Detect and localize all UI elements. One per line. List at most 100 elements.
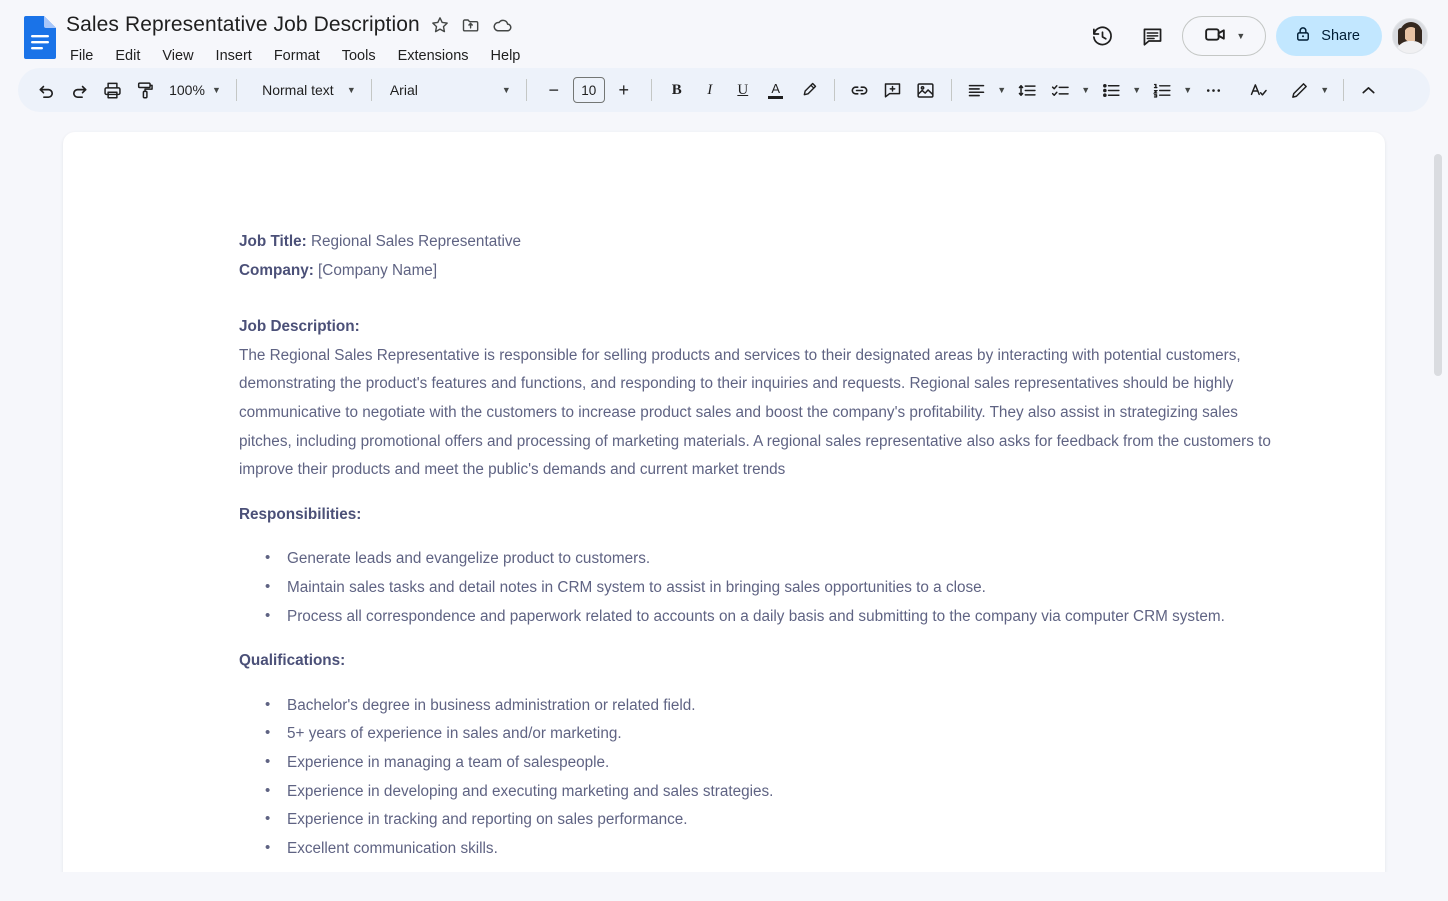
move-to-folder-icon[interactable] [461, 15, 482, 36]
comment-icon[interactable] [1132, 16, 1172, 56]
share-button[interactable]: Share [1276, 16, 1382, 56]
text-color-swatch [768, 96, 783, 99]
spacer [239, 631, 1289, 647]
toolbar-divider [371, 79, 372, 101]
chevron-down-icon[interactable]: ▼ [1128, 74, 1146, 106]
undo-icon[interactable] [30, 74, 62, 106]
qualifications-list: Bachelor's degree in business administra… [239, 692, 1289, 864]
list-item: Experience in managing a team of salespe… [263, 749, 1289, 778]
zoom-value: 100% [168, 82, 206, 98]
toolbar-divider [651, 79, 652, 101]
menu-format[interactable]: Format [272, 46, 322, 66]
title-block: Sales Representative Job Description Fil [66, 10, 522, 66]
chevron-down-icon: ▼ [1236, 31, 1245, 41]
list-item: Excellent communication skills. [263, 835, 1289, 864]
print-icon[interactable] [96, 74, 128, 106]
add-comment-icon[interactable] [877, 74, 909, 106]
checklist-control: ▼ [1045, 74, 1095, 106]
italic-button[interactable]: I [694, 74, 726, 106]
star-outline-icon[interactable] [430, 15, 451, 36]
responsibilities-heading: Responsibilities: [239, 501, 1289, 530]
align-control: ▼ [961, 74, 1011, 106]
list-item: 5+ years of experience in sales and/or m… [263, 720, 1289, 749]
chevron-down-icon[interactable]: ▼ [1179, 74, 1197, 106]
zoom-selector[interactable]: 100% ▼ [162, 74, 227, 106]
bulleted-list-control: ▼ [1096, 74, 1146, 106]
underline-button[interactable]: U [727, 74, 759, 106]
job-title-value: Regional Sales Representative [307, 233, 521, 250]
bold-button[interactable]: B [661, 74, 693, 106]
chevron-down-icon: ▼ [347, 86, 356, 95]
list-item: Process all correspondence and paperwork… [263, 603, 1289, 632]
menu-insert[interactable]: Insert [214, 46, 254, 66]
document-scroll-area[interactable]: Job Title: Regional Sales Representative… [0, 112, 1448, 872]
document-page[interactable]: Job Title: Regional Sales Representative… [63, 132, 1385, 872]
insert-image-icon[interactable] [910, 74, 942, 106]
line-spacing-icon[interactable] [1012, 74, 1044, 106]
increase-font-size-button[interactable]: + [608, 74, 640, 106]
font-size-stepper: − 10 + [538, 74, 640, 106]
scrollbar-thumb[interactable] [1434, 154, 1442, 376]
checklist-icon[interactable] [1045, 74, 1077, 106]
menu-bar: File Edit View Insert Format Tools Exten… [66, 46, 522, 66]
spacer [239, 676, 1289, 692]
numbered-list-control: ▼ [1147, 74, 1197, 106]
numbered-list-icon[interactable] [1147, 74, 1179, 106]
font-family-selector[interactable]: Arial ▼ [381, 74, 517, 106]
menu-tools[interactable]: Tools [340, 46, 378, 66]
chevron-down-icon[interactable]: ▼ [993, 74, 1011, 106]
toolbar-divider [526, 79, 527, 101]
top-bar: Sales Representative Job Description Fil [0, 0, 1448, 68]
menu-help[interactable]: Help [489, 46, 523, 66]
more-options-icon[interactable] [1198, 74, 1230, 106]
paragraph-style-selector[interactable]: Normal text ▼ [246, 74, 362, 106]
version-history-icon[interactable] [1082, 16, 1122, 56]
start-meeting-button[interactable]: ▼ [1182, 16, 1266, 56]
share-button-label: Share [1321, 28, 1360, 44]
menu-edit[interactable]: Edit [113, 46, 142, 66]
align-left-icon[interactable] [961, 74, 993, 106]
paragraph-style-value: Normal text [255, 82, 341, 98]
menu-extensions[interactable]: Extensions [396, 46, 471, 66]
edit-pencil-icon[interactable] [1284, 74, 1316, 106]
job-title-label: Job Title: [239, 233, 307, 250]
company-label: Company: [239, 262, 314, 279]
editing-mode-control: ▼ [1284, 74, 1334, 106]
text-color-button[interactable]: A [760, 74, 792, 106]
docs-file-icon[interactable] [22, 14, 58, 60]
qualifications-heading: Qualifications: [239, 647, 1289, 676]
spacer [239, 285, 1289, 313]
company-value: [Company Name] [314, 262, 437, 279]
cloud-saved-icon[interactable] [492, 15, 513, 36]
avatar[interactable] [1392, 18, 1428, 54]
bulleted-list-icon[interactable] [1096, 74, 1128, 106]
chevron-down-icon[interactable]: ▼ [1316, 74, 1334, 106]
menu-file[interactable]: File [68, 46, 95, 66]
menu-view[interactable]: View [160, 46, 195, 66]
formatting-toolbar: 100% ▼ Normal text ▼ Arial ▼ − 10 + B I … [18, 68, 1430, 112]
video-camera-icon [1203, 22, 1228, 50]
chevron-down-icon[interactable]: ▼ [1077, 74, 1095, 106]
responsibilities-list: Generate leads and evangelize product to… [239, 545, 1289, 631]
redo-icon[interactable] [63, 74, 95, 106]
list-item: Maintain sales tasks and detail notes in… [263, 574, 1289, 603]
job-title-line: Job Title: Regional Sales Representative [239, 228, 1289, 257]
chevron-up-icon[interactable] [1353, 74, 1385, 106]
page-title[interactable]: Sales Representative Job Description [66, 13, 420, 37]
font-size-input[interactable]: 10 [573, 77, 605, 103]
highlight-pen-icon[interactable] [793, 74, 825, 106]
job-description-paragraph: The Regional Sales Representative is res… [239, 342, 1289, 485]
company-line: Company: [Company Name] [239, 257, 1289, 286]
paint-format-icon[interactable] [129, 74, 161, 106]
list-item: Experience in tracking and reporting on … [263, 806, 1289, 835]
text-color-letter: A [771, 82, 780, 95]
vertical-scrollbar[interactable] [1432, 112, 1444, 872]
list-item: Bachelor's degree in business administra… [263, 692, 1289, 721]
insert-link-icon[interactable] [844, 74, 876, 106]
decrease-font-size-button[interactable]: − [538, 74, 570, 106]
toolbar-divider [1343, 79, 1344, 101]
font-family-value: Arial [390, 82, 468, 98]
spellcheck-icon[interactable] [1243, 74, 1275, 106]
lock-icon [1294, 25, 1312, 47]
document-content[interactable]: Job Title: Regional Sales Representative… [239, 228, 1289, 863]
